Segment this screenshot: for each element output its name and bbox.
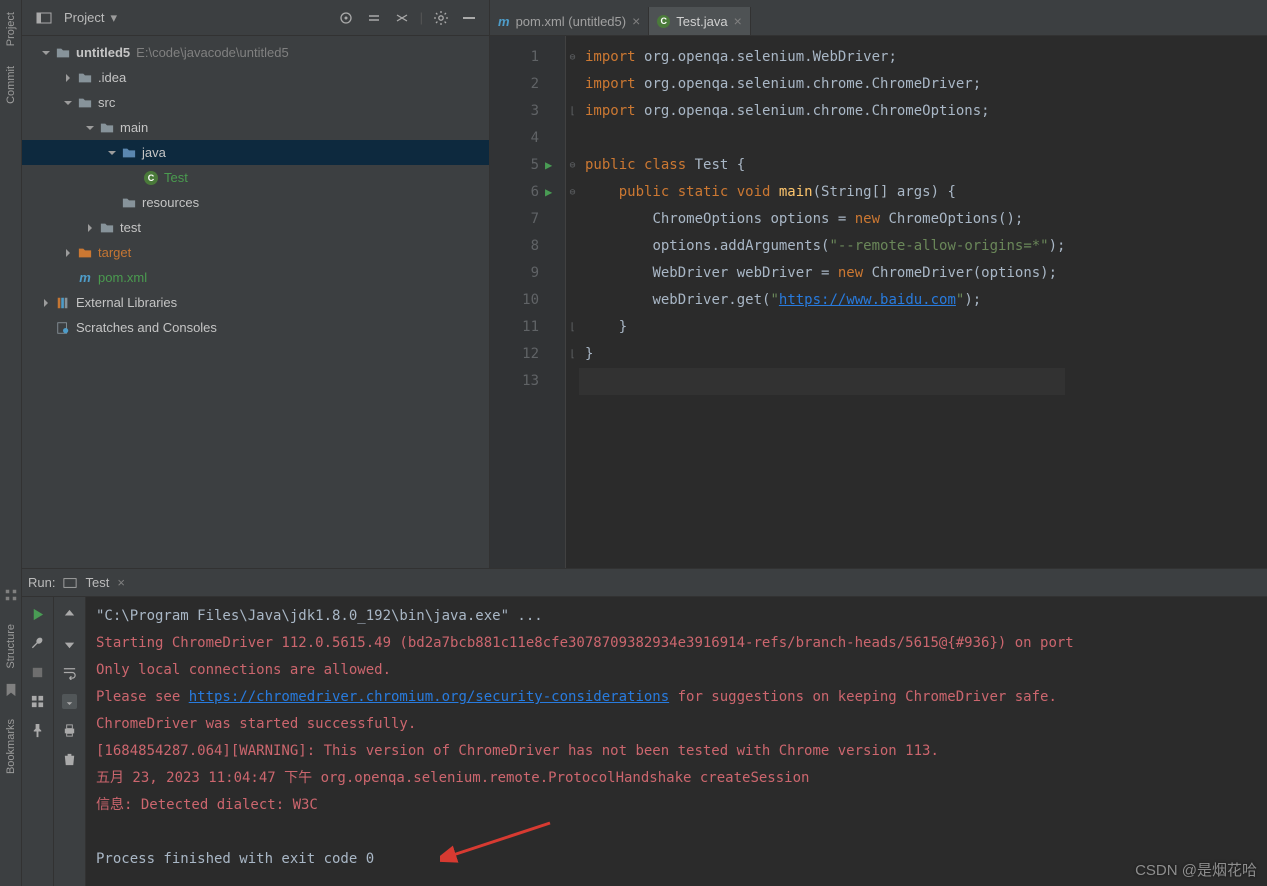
down-icon[interactable]	[62, 636, 77, 651]
tree-idea[interactable]: .idea	[22, 65, 489, 90]
chevron-down-icon	[84, 122, 96, 134]
code-content[interactable]: import org.openqa.selenium.WebDriver; im…	[579, 36, 1065, 568]
run-tool-window: Run: Test × "C:\Program Files\Java\jdk1.…	[22, 568, 1267, 886]
excluded-folder-icon	[76, 246, 94, 260]
trash-icon[interactable]	[62, 752, 77, 767]
tree-test-class[interactable]: C Test	[22, 165, 489, 190]
folder-icon	[98, 221, 116, 235]
tree-root[interactable]: untitled5 E:\code\javacode\untitled5	[22, 40, 489, 65]
java-class-icon: C	[142, 171, 160, 185]
tree-target[interactable]: target	[22, 240, 489, 265]
run-toolbar-left	[22, 597, 54, 886]
libraries-icon	[54, 296, 72, 310]
dropdown-icon[interactable]: ▾	[110, 10, 117, 26]
chevron-down-icon	[40, 47, 52, 59]
fold-gutter[interactable]: ⊖⌊⊖⊖⌊⌊	[565, 36, 579, 568]
stop-icon[interactable]	[30, 665, 45, 680]
expand-all-icon[interactable]	[366, 10, 382, 26]
tool-bookmarks-label[interactable]: Bookmarks	[5, 719, 17, 774]
code-area[interactable]: 12345678910111213 ▶▶ ⊖⌊⊖⊖⌊⌊ import org.o…	[490, 36, 1267, 568]
chevron-down-icon	[62, 97, 74, 109]
rerun-icon[interactable]	[30, 607, 45, 622]
tree-resources[interactable]: resources	[22, 190, 489, 215]
soft-wrap-icon[interactable]	[62, 665, 77, 680]
scratches-icon	[54, 321, 72, 335]
tree-src[interactable]: src	[22, 90, 489, 115]
resources-folder-icon	[120, 196, 138, 210]
locate-icon[interactable]	[338, 10, 354, 26]
structure-icon[interactable]	[4, 588, 18, 602]
gear-icon[interactable]	[433, 10, 449, 26]
tool-project-label[interactable]: Project	[5, 12, 17, 46]
close-icon[interactable]: ×	[117, 575, 125, 590]
run-header: Run: Test ×	[22, 569, 1267, 597]
chevron-down-icon	[106, 147, 118, 159]
scroll-to-end-icon[interactable]	[62, 694, 77, 709]
editor-tabs: m pom.xml (untitled5) × C Test.java ×	[490, 0, 1267, 36]
project-title[interactable]: Project	[64, 10, 104, 25]
run-config-name[interactable]: Test	[85, 575, 109, 590]
chevron-right-icon	[62, 72, 74, 84]
pin-icon[interactable]	[30, 723, 45, 738]
layout-icon[interactable]	[30, 694, 45, 709]
module-icon	[54, 46, 72, 60]
tab-test[interactable]: C Test.java ×	[649, 7, 751, 35]
maven-icon: m	[76, 270, 94, 285]
tree-main[interactable]: main	[22, 115, 489, 140]
project-panel: Project ▾ | untitled5 E:\code\javacode\u…	[22, 0, 490, 568]
close-icon[interactable]: ×	[734, 13, 742, 29]
folder-icon	[76, 71, 94, 85]
project-header: Project ▾ |	[22, 0, 489, 36]
line-numbers: 12345678910111213	[490, 36, 545, 568]
project-tree[interactable]: untitled5 E:\code\javacode\untitled5 .id…	[22, 36, 489, 344]
run-label: Run:	[28, 575, 55, 590]
run-toolbar-right	[54, 597, 86, 886]
chevron-right-icon	[40, 297, 52, 309]
print-icon[interactable]	[62, 723, 77, 738]
run-gutter[interactable]: ▶▶	[545, 36, 565, 568]
hide-icon[interactable]	[461, 10, 477, 26]
tool-commit-label[interactable]: Commit	[5, 66, 17, 104]
tree-test-dir[interactable]: test	[22, 215, 489, 240]
project-view-icon	[36, 10, 52, 26]
tree-scratches[interactable]: Scratches and Consoles	[22, 315, 489, 340]
chevron-right-icon	[62, 247, 74, 259]
run-config-icon	[63, 576, 77, 590]
bookmarks-icon[interactable]	[4, 683, 18, 697]
tree-pom[interactable]: m pom.xml	[22, 265, 489, 290]
java-class-icon: C	[657, 15, 670, 28]
editor: m pom.xml (untitled5) × C Test.java × 12…	[490, 0, 1267, 568]
tool-structure-label[interactable]: Structure	[5, 624, 17, 669]
close-icon[interactable]: ×	[632, 13, 640, 29]
source-folder-icon	[120, 146, 138, 160]
run-line-marker-icon[interactable]: ▶	[545, 152, 565, 179]
watermark: CSDN @是烟花哈	[1135, 859, 1257, 880]
wrench-icon[interactable]	[30, 636, 45, 651]
tab-pom[interactable]: m pom.xml (untitled5) ×	[490, 7, 649, 35]
folder-icon	[76, 96, 94, 110]
tree-java[interactable]: java	[22, 140, 489, 165]
tree-external-libs[interactable]: External Libraries	[22, 290, 489, 315]
folder-icon	[98, 121, 116, 135]
console-output[interactable]: "C:\Program Files\Java\jdk1.8.0_192\bin\…	[86, 597, 1267, 886]
run-line-marker-icon[interactable]: ▶	[545, 179, 565, 206]
chevron-right-icon	[84, 222, 96, 234]
up-icon[interactable]	[62, 607, 77, 622]
maven-icon: m	[498, 14, 510, 29]
collapse-all-icon[interactable]	[394, 10, 410, 26]
